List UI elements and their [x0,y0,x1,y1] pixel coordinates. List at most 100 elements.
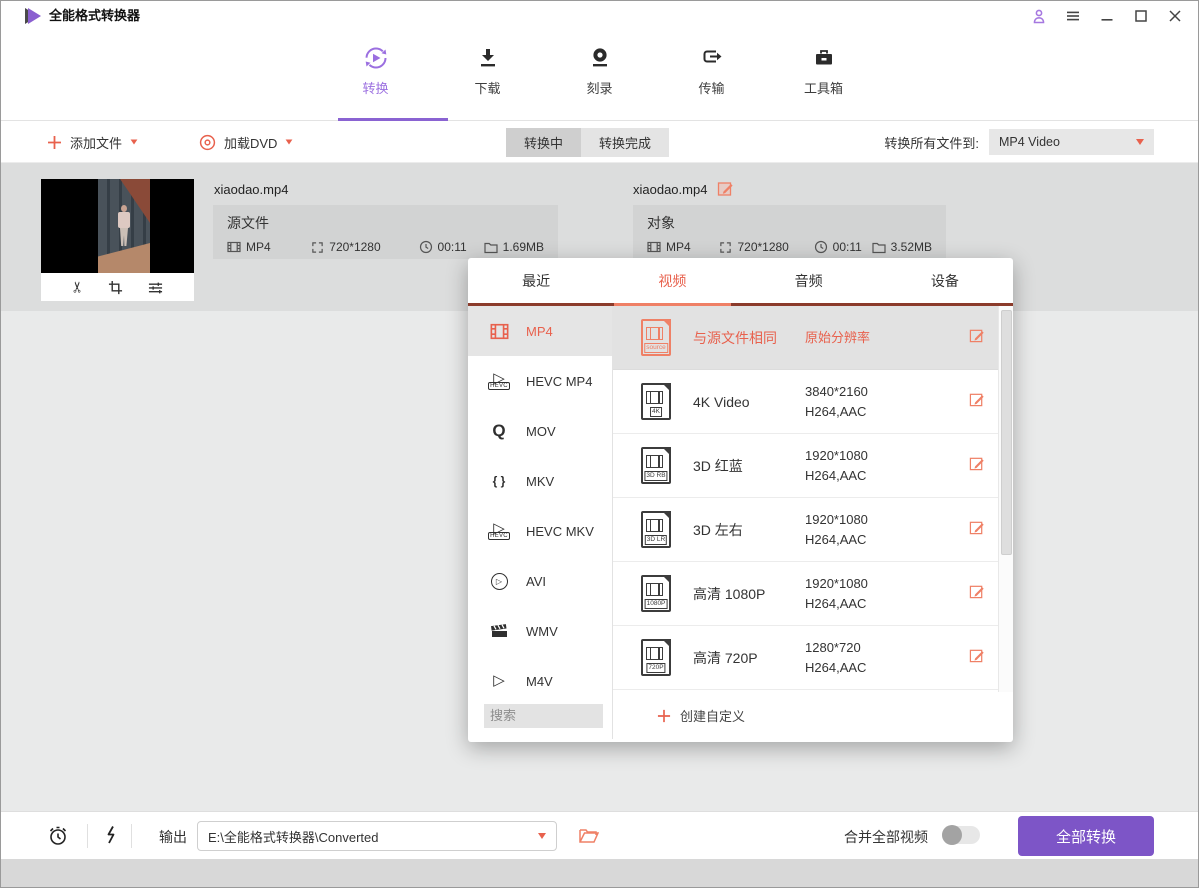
target-size: 3.52MB [891,240,932,254]
3d-rb-badge-icon: 3D RB [641,447,671,484]
format-item-mp4[interactable]: MP4 [468,306,612,356]
person-icon [1030,7,1048,25]
preset-name: 高清 720P [693,648,805,668]
preset-hd-1080p[interactable]: 1080P 高清 1080P 1920*1080H264,AAC [613,562,1013,626]
preset-edit-icon[interactable] [969,583,985,604]
play-outline-icon: ▷ [486,675,512,687]
source-resolution: 720*1280 [329,240,380,254]
output-format-select[interactable]: MP4 Video [989,129,1154,155]
format-item-hevc-mp4[interactable]: ▷HEVC HEVC MP4 [468,356,612,406]
high-speed-icon[interactable] [101,825,119,845]
play-circle-icon: ▷ [486,573,512,590]
format-item-wmv[interactable]: WMV [468,606,612,656]
output-path-select[interactable]: E:\全能格式转换器\Converted [197,821,557,851]
minimize-icon [1099,8,1115,24]
720p-badge-icon: 720P [641,639,671,676]
preset-scrollbar[interactable] [998,306,1013,692]
film-icon [227,240,241,254]
preset-hd-720p[interactable]: 720P 高清 720P 1280*720H264,AAC [613,626,1013,690]
transfer-icon [699,45,725,71]
preset-detail: 1920*1080H264,AAC [805,446,935,486]
preset-3d-red-blue[interactable]: 3D RB 3D 红蓝 1920*1080H264,AAC [613,434,1013,498]
tab-converting[interactable]: 转换中 [506,128,581,157]
format-item-avi[interactable]: ▷ AVI [468,556,612,606]
resolution-icon [719,241,732,254]
open-folder-icon[interactable] [579,827,599,844]
toolbox-icon [811,45,837,71]
preset-list-column: source 与源文件相同 原始分辨率 4K 4K Video 3840*216… [613,306,1013,739]
chevron-down-icon [131,139,138,144]
output-format-value: MP4 Video [999,135,1060,149]
pencil-square-icon [717,180,734,197]
format-label: MKV [526,474,554,489]
format-item-mov[interactable]: Q MOV [468,406,612,456]
load-dvd-label: 加载DVD [224,133,277,152]
minimize-button[interactable] [1098,7,1116,25]
target-resolution: 720*1280 [737,240,788,254]
format-item-hevc-mkv[interactable]: ▷HEVC HEVC MKV [468,506,612,556]
source-info-box: 源文件 MP4 720*1280 00:11 1.69MB [213,205,558,259]
film-icon [647,240,661,254]
tab-toolbox[interactable]: 工具箱 [795,45,853,120]
load-dvd-button[interactable]: 加载DVD [199,122,293,162]
preset-4k-video[interactable]: 4K 4K Video 3840*2160H264,AAC [613,370,1013,434]
preset-edit-icon[interactable] [969,455,985,476]
add-files-button[interactable]: 添加文件 [47,122,138,162]
add-files-label: 添加文件 [70,133,122,152]
toolbar: 添加文件 加载DVD 转换中 转换完成 转换所有文件到: MP4 Video [1,122,1198,163]
preset-same-as-source[interactable]: source 与源文件相同 原始分辨率 [613,306,1013,370]
effects-sliders-icon[interactable] [147,280,164,295]
target-format: MP4 [666,240,691,254]
titlebar: 全能格式转换器 [1,1,1198,31]
tab-burn[interactable]: 刻录 [571,45,629,120]
preset-edit-icon[interactable] [969,391,985,412]
scrollbar-thumb[interactable] [1001,310,1012,555]
format-item-mkv[interactable]: { } MKV [468,456,612,506]
format-search-input[interactable] [484,704,603,728]
preset-edit-icon[interactable] [969,327,985,348]
trim-icon[interactable]: ✂ [68,281,86,294]
format-label: HEVC MP4 [526,374,592,389]
window-footer [1,859,1198,887]
preset-3d-left-right[interactable]: 3D LR 3D 左右 1920*1080H264,AAC [613,498,1013,562]
output-label: 输出 [159,827,187,847]
close-button[interactable] [1166,7,1184,25]
source-file-name: xiaodao.mp4 [214,182,288,197]
panel-tab-audio[interactable]: 音频 [741,258,877,303]
preset-name: 与源文件相同 [693,328,805,348]
panel-tab-video[interactable]: 视频 [604,258,740,303]
tab-download[interactable]: 下载 [459,45,517,120]
preset-edit-icon[interactable] [969,519,985,540]
1080p-badge-icon: 1080P [641,575,671,612]
menu-button[interactable] [1064,7,1082,25]
source-file-badge-icon: source [641,319,671,356]
panel-tab-recent[interactable]: 最近 [468,258,604,303]
convert-all-button[interactable]: 全部转换 [1018,816,1154,856]
tab-transfer[interactable]: 传输 [683,45,741,120]
create-custom-button[interactable]: 创建自定义 [613,692,1013,739]
clock-icon [419,240,433,254]
preset-edit-icon[interactable] [969,647,985,668]
merge-videos-toggle[interactable] [942,826,980,844]
format-panel-tabs: 最近 视频 音频 设备 [468,258,1013,306]
crop-icon[interactable] [108,280,123,295]
maximize-button[interactable] [1132,7,1150,25]
schedule-icon[interactable] [47,825,69,847]
format-label: MOV [526,424,556,439]
divider [87,824,88,848]
tab-convert[interactable]: 转换 [347,45,405,120]
clock-icon [814,240,828,254]
hevc-play-icon: ▷HEVC [486,523,512,540]
chevron-down-icon [1136,139,1144,145]
rename-edit-icon[interactable] [717,180,734,197]
account-icon[interactable] [1030,7,1048,25]
active-tab-underline [338,118,448,121]
source-info-title: 源文件 [227,213,544,233]
format-item-m4v[interactable]: ▷ M4V [468,656,612,692]
hamburger-icon [1065,8,1081,24]
plus-icon [47,135,62,150]
tab-finished[interactable]: 转换完成 [581,128,669,157]
format-list-column: MP4 ▷HEVC HEVC MP4 Q MOV { } MKV [468,306,613,739]
panel-tab-device[interactable]: 设备 [877,258,1013,303]
video-thumbnail-card: ✂ [41,179,194,301]
